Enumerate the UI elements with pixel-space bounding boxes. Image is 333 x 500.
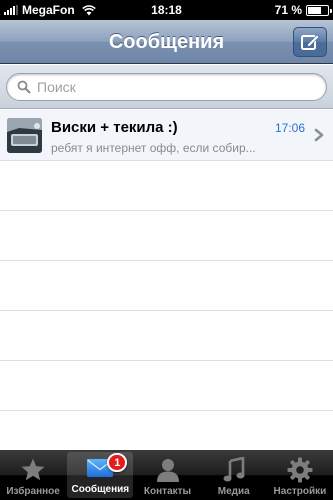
status-bar: MegaFon 18:18 71 % (0, 0, 333, 20)
empty-row (0, 411, 333, 450)
tab-favorites[interactable]: Избранное (0, 450, 66, 500)
search-input[interactable] (37, 79, 326, 95)
empty-row (0, 211, 333, 261)
tab-bar: Избранное 1 Сообщения Контакты Медиа Нас… (0, 450, 333, 500)
gear-icon (285, 456, 315, 484)
tab-label: Настройки (273, 486, 327, 497)
tab-label: Контакты (143, 486, 192, 497)
conversation-time: 17:06 (274, 121, 305, 135)
search-field[interactable] (6, 73, 327, 101)
music-note-icon (219, 456, 249, 484)
avatar (7, 118, 42, 153)
battery-icon (306, 4, 332, 16)
conversation-list: Виски + текила :) 17:06 ребят я интернет… (0, 110, 333, 450)
star-icon (18, 456, 48, 484)
compose-button[interactable] (293, 27, 327, 57)
conversation-row[interactable]: Виски + текила :) 17:06 ребят я интернет… (0, 110, 333, 161)
tab-messages[interactable]: 1 Сообщения (67, 452, 134, 498)
empty-row (0, 261, 333, 311)
empty-row (0, 311, 333, 361)
navigation-bar: Сообщения (0, 20, 333, 64)
conversation-preview: ребят я интернет офф, если собир... (51, 141, 256, 155)
search-bar (0, 65, 333, 109)
chevron-right-icon (314, 128, 324, 142)
tab-media[interactable]: Медиа (201, 450, 267, 500)
battery-percent: 71 % (274, 3, 302, 17)
search-icon (17, 80, 31, 94)
empty-row (0, 361, 333, 411)
person-icon (153, 456, 183, 484)
unread-badge: 1 (107, 453, 128, 472)
tab-settings[interactable]: Настройки (267, 450, 333, 500)
empty-row (0, 161, 333, 211)
tab-label: Медиа (217, 486, 250, 497)
page-title: Сообщения (108, 31, 225, 53)
tab-label: Сообщения (71, 484, 130, 495)
tab-label: Избранное (6, 486, 60, 497)
tab-contacts[interactable]: Контакты (134, 450, 200, 500)
battery-info: 71 % (274, 3, 332, 17)
conversation-name: Виски + текила :) (51, 119, 178, 136)
compose-icon (301, 34, 320, 50)
